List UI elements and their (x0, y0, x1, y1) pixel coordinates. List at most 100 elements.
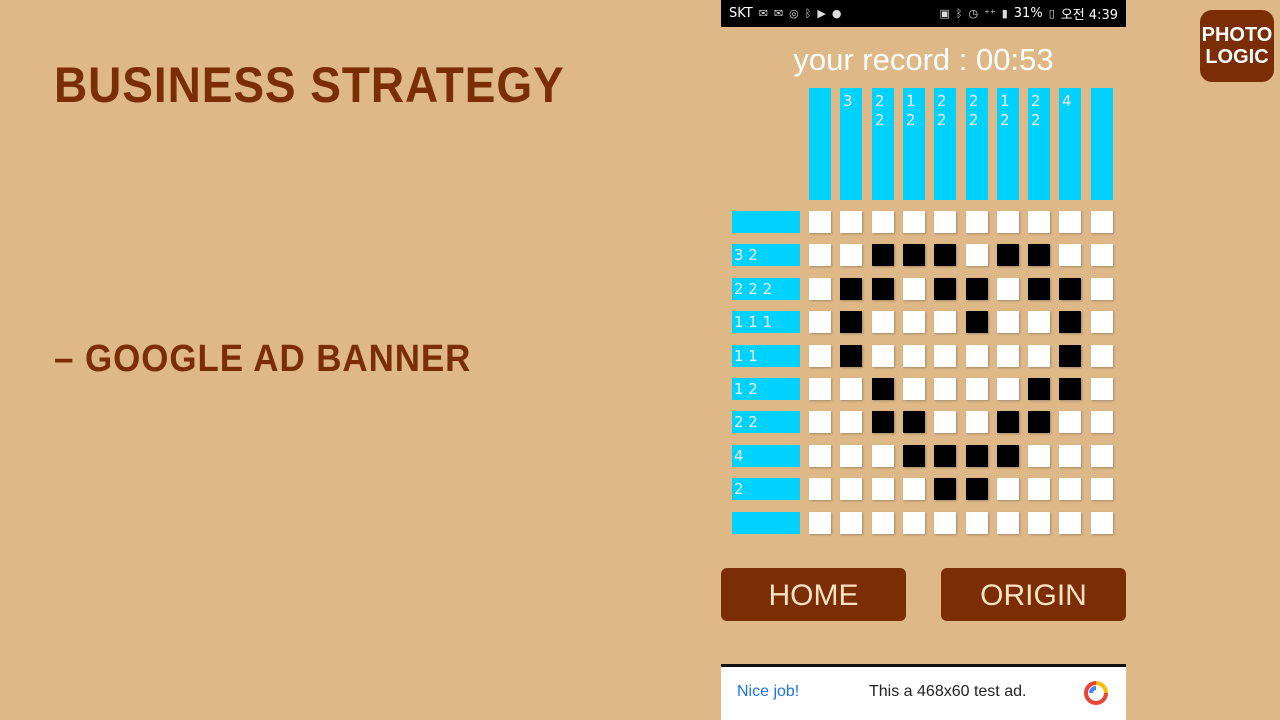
grid-cell-empty[interactable] (997, 378, 1019, 400)
grid-cell-empty[interactable] (1028, 345, 1050, 367)
grid-cell-filled[interactable] (1028, 378, 1050, 400)
grid-cell-filled[interactable] (903, 445, 925, 467)
ad-choices-icon[interactable] (1083, 680, 1109, 706)
grid-cell-filled[interactable] (1059, 278, 1081, 300)
grid-cell-empty[interactable] (872, 311, 894, 333)
grid-cell-empty[interactable] (903, 512, 925, 534)
grid-cell-filled[interactable] (903, 244, 925, 266)
grid-cell-empty[interactable] (1091, 244, 1113, 266)
grid-cell-empty[interactable] (809, 244, 831, 266)
grid-cell-empty[interactable] (809, 378, 831, 400)
grid-cell-empty[interactable] (1059, 211, 1081, 233)
grid-cell-empty[interactable] (1091, 512, 1113, 534)
grid-cell-empty[interactable] (809, 512, 831, 534)
grid-cell-empty[interactable] (966, 378, 988, 400)
grid-cell-filled[interactable] (840, 345, 862, 367)
grid-cell-empty[interactable] (872, 445, 894, 467)
grid-cell-empty[interactable] (872, 512, 894, 534)
grid-cell-empty[interactable] (934, 211, 956, 233)
grid-cell-empty[interactable] (1028, 512, 1050, 534)
grid-cell-empty[interactable] (840, 478, 862, 500)
grid-cell-empty[interactable] (997, 311, 1019, 333)
grid-cell-empty[interactable] (1059, 445, 1081, 467)
grid-cell-filled[interactable] (1028, 411, 1050, 433)
grid-cell-empty[interactable] (997, 345, 1019, 367)
grid-cell-empty[interactable] (1059, 244, 1081, 266)
grid-cell-filled[interactable] (1059, 378, 1081, 400)
grid-cell-empty[interactable] (934, 311, 956, 333)
grid-cell-filled[interactable] (934, 445, 956, 467)
home-button[interactable]: HOME (721, 568, 906, 621)
grid-cell-filled[interactable] (1059, 311, 1081, 333)
grid-cell-filled[interactable] (872, 411, 894, 433)
grid-cell-empty[interactable] (903, 278, 925, 300)
grid-cell-empty[interactable] (966, 244, 988, 266)
grid-cell-empty[interactable] (997, 278, 1019, 300)
grid-cell-empty[interactable] (840, 445, 862, 467)
grid-cell-empty[interactable] (903, 211, 925, 233)
grid-cell-filled[interactable] (934, 478, 956, 500)
grid-cell-empty[interactable] (934, 512, 956, 534)
grid-cell-filled[interactable] (840, 278, 862, 300)
ad-banner[interactable]: Nice job! This a 468x60 test ad. (721, 664, 1126, 720)
grid-cell-filled[interactable] (997, 411, 1019, 433)
grid-cell-empty[interactable] (934, 378, 956, 400)
grid-cell-empty[interactable] (1059, 411, 1081, 433)
grid-cell-empty[interactable] (1091, 278, 1113, 300)
grid-cell-empty[interactable] (934, 411, 956, 433)
grid-cell-empty[interactable] (809, 445, 831, 467)
grid-cell-empty[interactable] (1028, 478, 1050, 500)
grid-cell-filled[interactable] (840, 311, 862, 333)
grid-cell-empty[interactable] (1091, 445, 1113, 467)
grid-cell-empty[interactable] (840, 211, 862, 233)
grid-cell-filled[interactable] (966, 278, 988, 300)
grid-cell-empty[interactable] (872, 211, 894, 233)
grid-cell-empty[interactable] (840, 378, 862, 400)
grid-cell-empty[interactable] (997, 478, 1019, 500)
grid-cell-filled[interactable] (872, 278, 894, 300)
grid-cell-empty[interactable] (1091, 411, 1113, 433)
grid-cell-filled[interactable] (872, 244, 894, 266)
grid-cell-empty[interactable] (809, 478, 831, 500)
grid-cell-empty[interactable] (997, 512, 1019, 534)
grid-cell-empty[interactable] (903, 311, 925, 333)
grid-cell-filled[interactable] (872, 378, 894, 400)
grid-cell-empty[interactable] (1028, 211, 1050, 233)
grid-cell-empty[interactable] (809, 345, 831, 367)
grid-cell-filled[interactable] (1028, 244, 1050, 266)
grid-cell-empty[interactable] (903, 378, 925, 400)
grid-cell-empty[interactable] (1091, 345, 1113, 367)
grid-cell-empty[interactable] (872, 478, 894, 500)
grid-cell-filled[interactable] (1059, 345, 1081, 367)
grid-cell-empty[interactable] (966, 411, 988, 433)
grid-cell-empty[interactable] (1059, 478, 1081, 500)
grid-cell-empty[interactable] (809, 311, 831, 333)
grid-cell-empty[interactable] (966, 512, 988, 534)
grid-cell-empty[interactable] (809, 411, 831, 433)
grid-cell-filled[interactable] (1028, 278, 1050, 300)
grid-cell-empty[interactable] (934, 345, 956, 367)
grid-cell-empty[interactable] (1028, 311, 1050, 333)
grid-cell-empty[interactable] (1059, 512, 1081, 534)
grid-cell-empty[interactable] (1028, 445, 1050, 467)
grid-cell-empty[interactable] (872, 345, 894, 367)
grid-cell-filled[interactable] (966, 445, 988, 467)
origin-button[interactable]: ORIGIN (941, 568, 1126, 621)
grid-cell-filled[interactable] (966, 311, 988, 333)
grid-cell-empty[interactable] (903, 478, 925, 500)
grid-cell-empty[interactable] (1091, 311, 1113, 333)
grid-cell-filled[interactable] (903, 411, 925, 433)
grid-cell-empty[interactable] (840, 512, 862, 534)
grid-cell-empty[interactable] (840, 244, 862, 266)
grid-cell-filled[interactable] (997, 445, 1019, 467)
grid-cell-empty[interactable] (903, 345, 925, 367)
grid-cell-empty[interactable] (809, 211, 831, 233)
grid-cell-empty[interactable] (1091, 211, 1113, 233)
grid-cell-filled[interactable] (934, 278, 956, 300)
grid-cell-empty[interactable] (966, 345, 988, 367)
grid-cell-empty[interactable] (1091, 378, 1113, 400)
grid-cell-empty[interactable] (809, 278, 831, 300)
grid-cell-filled[interactable] (934, 244, 956, 266)
grid-cell-filled[interactable] (966, 478, 988, 500)
grid-cell-empty[interactable] (997, 211, 1019, 233)
